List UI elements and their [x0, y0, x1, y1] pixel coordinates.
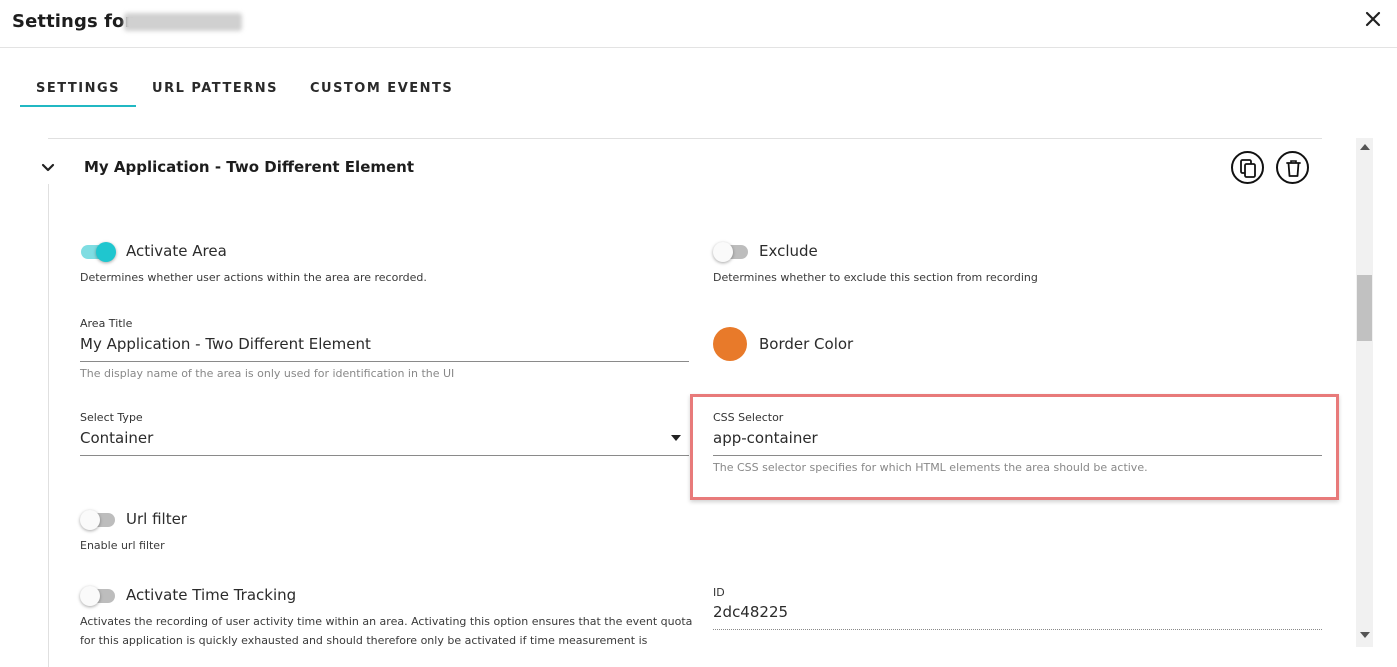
- divider: [48, 138, 1322, 139]
- dialog-title: Settings for: [12, 11, 134, 32]
- close-icon[interactable]: [1362, 8, 1384, 30]
- scrollbar-thumb[interactable]: [1357, 275, 1372, 341]
- trash-icon: [1286, 160, 1301, 177]
- select-type-label: Select Type: [80, 411, 143, 424]
- exclude-hint: Determines whether to exclude this secti…: [713, 271, 1038, 284]
- tab-bar: SETTINGS URL PATTERNS CUSTOM EVENTS: [20, 73, 469, 107]
- url-filter-label: Url filter: [126, 510, 187, 528]
- border-color-swatch[interactable]: [713, 327, 747, 361]
- scroll-up-icon[interactable]: [1360, 144, 1370, 150]
- activate-area-toggle[interactable]: [81, 242, 116, 262]
- exclude-label: Exclude: [759, 242, 818, 260]
- tab-url-patterns[interactable]: URL PATTERNS: [136, 73, 294, 107]
- time-tracking-hint-line2: for this application is quickly exhauste…: [80, 634, 648, 647]
- border-color-label: Border Color: [759, 335, 854, 353]
- copy-button[interactable]: [1231, 151, 1264, 184]
- scrollbar[interactable]: [1356, 138, 1373, 647]
- url-filter-toggle[interactable]: [80, 510, 115, 530]
- activate-area-hint: Determines whether user actions within t…: [80, 271, 427, 284]
- tab-custom-events[interactable]: CUSTOM EVENTS: [294, 73, 469, 107]
- copy-icon: [1240, 159, 1256, 178]
- panel-rail: [48, 184, 49, 667]
- delete-button[interactable]: [1276, 151, 1309, 184]
- time-tracking-toggle[interactable]: [80, 586, 115, 606]
- chevron-down-icon[interactable]: [40, 160, 56, 176]
- area-title-label: Area Title: [80, 317, 133, 330]
- area-title-hint: The display name of the area is only use…: [80, 367, 455, 380]
- id-value: 2dc48225: [713, 603, 789, 621]
- dropdown-arrow-icon[interactable]: [671, 435, 681, 441]
- area-title-input[interactable]: My Application - Two Different Element: [80, 335, 688, 353]
- activate-area-label: Activate Area: [126, 242, 227, 260]
- time-tracking-label: Activate Time Tracking: [126, 586, 297, 604]
- dialog-header: Settings for: [0, 0, 1397, 48]
- id-underline: [713, 629, 1322, 630]
- css-selector-highlight: [690, 394, 1339, 500]
- tab-settings[interactable]: SETTINGS: [20, 73, 137, 107]
- scroll-down-icon[interactable]: [1360, 632, 1370, 638]
- redacted-app-name: [124, 13, 242, 31]
- exclude-toggle[interactable]: [713, 242, 748, 262]
- url-filter-hint: Enable url filter: [80, 539, 165, 552]
- area-title-underline: [80, 361, 689, 362]
- panel-title[interactable]: My Application - Two Different Element: [84, 158, 414, 176]
- time-tracking-hint-line1: Activates the recording of user activity…: [80, 615, 693, 628]
- select-type-underline: [80, 455, 689, 456]
- id-label: ID: [713, 586, 725, 599]
- select-type-dropdown[interactable]: Container: [80, 429, 688, 447]
